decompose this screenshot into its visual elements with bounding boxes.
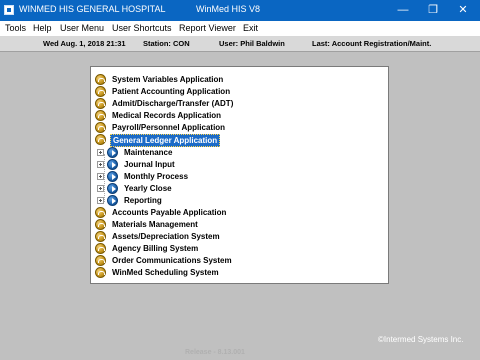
menu-tools[interactable]: Tools [5,23,26,33]
app-folder-icon [95,231,106,242]
tree-item-label: Payroll/Personnel Application [112,123,226,132]
tree-subitem-label: Reporting [124,196,162,205]
expand-toggle-icon[interactable] [97,185,104,192]
tree-item-label: Accounts Payable Application [112,208,227,217]
app-folder-icon [95,255,106,266]
app-folder-icon [95,74,106,85]
tree-item-label: Materials Management [112,220,198,229]
app-icon [4,5,14,15]
status-last: Last: Account Registration/Maint. [312,39,432,48]
menu-bar: Tools Help User Menu User Shortcuts Repo… [0,21,480,37]
tree-item-label: Order Communications System [112,256,232,265]
release-version: Release - 8.13.001 [185,349,245,356]
status-station: Station: CON [143,39,190,48]
tree-subitem-label: Yearly Close [124,184,172,193]
expand-toggle-icon[interactable] [97,161,104,168]
play-arrow-icon [107,147,118,158]
status-datetime: Wed Aug. 1, 2018 21:31 [43,39,126,48]
minimize-button[interactable]: — [388,0,418,21]
expand-toggle-icon[interactable] [97,197,104,204]
app-version-title: WinMed HIS V8 [196,4,261,14]
play-arrow-icon [107,183,118,194]
play-arrow-icon [107,171,118,182]
tree-item-label: Admit/Discharge/Transfer (ADT) [112,99,234,108]
play-arrow-icon [107,159,118,170]
status-bar: Wed Aug. 1, 2018 21:31 Station: CON User… [0,37,480,52]
tree-item-label: System Variables Application [112,75,224,84]
tree-item-label: Patient Accounting Application [112,87,231,96]
app-folder-icon [95,243,106,254]
menu-report-viewer[interactable]: Report Viewer [179,23,236,33]
app-folder-icon [95,98,106,109]
copyright-text: ©Intermed Systems Inc. [378,335,464,344]
tree-item-label: Medical Records Application [112,111,222,120]
menu-help[interactable]: Help [33,23,52,33]
window-title: WINMED HIS GENERAL HOSPITAL [19,4,166,14]
expand-toggle-icon[interactable] [97,149,104,156]
application-tree-panel: System Variables Application Patient Acc… [90,66,389,284]
tree-connector [104,154,105,202]
menu-user-shortcuts[interactable]: User Shortcuts [112,23,172,33]
maximize-button[interactable]: ❐ [418,0,448,21]
app-folder-icon [95,219,106,230]
app-folder-icon [95,207,106,218]
title-bar: WINMED HIS GENERAL HOSPITAL WinMed HIS V… [0,0,480,21]
app-folder-icon [95,122,106,133]
status-user: User: Phil Baldwin [219,39,285,48]
tree-subitem-label: Journal Input [124,160,175,169]
menu-exit[interactable]: Exit [243,23,258,33]
tree-subitem-label: Maintenance [124,148,173,157]
tree-subitem-label: Monthly Process [124,172,189,181]
app-folder-icon [95,86,106,97]
tree-item-label: Assets/Depreciation System [112,232,220,241]
play-arrow-icon [107,195,118,206]
app-folder-icon [95,134,106,145]
app-folder-icon [95,110,106,121]
tree-item-label: WinMed Scheduling System [112,268,219,277]
tree-item-label: Agency Billing System [112,244,199,253]
tree-item-label-selected: General Ledger Application [110,134,221,147]
close-button[interactable]: ✕ [448,0,478,21]
expand-toggle-icon[interactable] [97,173,104,180]
app-folder-icon [95,267,106,278]
menu-user-menu[interactable]: User Menu [60,23,104,33]
